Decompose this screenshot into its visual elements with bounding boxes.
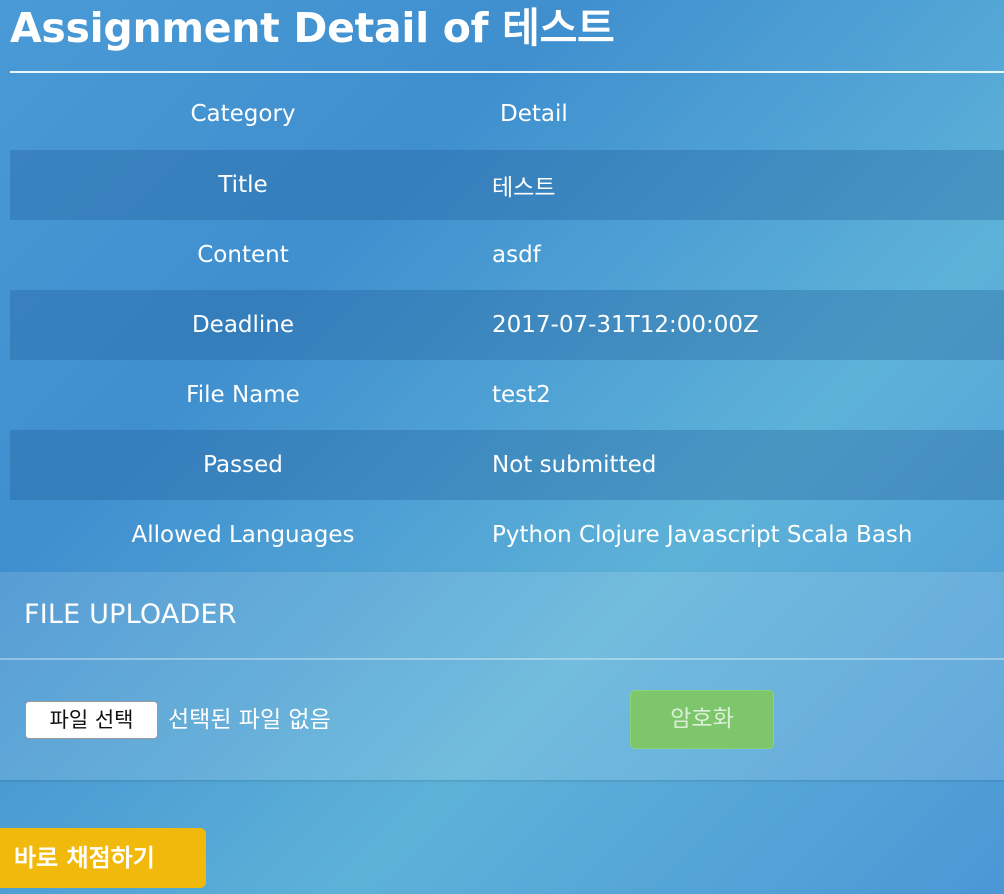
table-row-content: Content asdf [10, 220, 1004, 290]
row-detail: 테스트 [492, 175, 556, 201]
row-category: Deadline [191, 312, 295, 338]
no-file-selected-label: 선택된 파일 없음 [168, 707, 331, 733]
row-category: Content [197, 242, 289, 268]
table-row-title: Title 테스트 [10, 150, 1004, 220]
grade-now-button[interactable]: 바로 채점하기 [0, 828, 206, 888]
header-detail: Detail [500, 101, 568, 127]
table-row-deadline: Deadline 2017-07-31T12:00:00Z [10, 290, 1004, 360]
row-category: Passed [203, 452, 283, 478]
encrypt-button[interactable]: 암호화 [630, 690, 774, 749]
row-detail: asdf [492, 242, 541, 268]
header-category: Category [190, 101, 296, 127]
title-divider [10, 71, 1004, 73]
uploader-divider [0, 658, 1004, 660]
row-detail: 2017-07-31T12:00:00Z [492, 312, 759, 338]
file-uploader-heading: FILE UPLOADER [24, 599, 237, 630]
table-header-row: Category Detail [10, 78, 1004, 150]
row-category: Title [218, 172, 268, 198]
row-category: Allowed Languages [131, 522, 355, 548]
table-row-file-name: File Name test2 [10, 360, 1004, 430]
file-uploader-panel: FILE UPLOADER 파일 선택 선택된 파일 없음 암호화 [0, 572, 1004, 780]
page-title: Assignment Detail of 테스트 [10, 4, 615, 52]
row-category: File Name [186, 382, 300, 408]
choose-file-button[interactable]: 파일 선택 [25, 701, 158, 739]
row-detail: test2 [492, 382, 551, 408]
row-detail: Not submitted [492, 452, 657, 478]
table-row-allowed-languages: Allowed Languages Python Clojure Javascr… [10, 500, 1004, 570]
assignment-detail-table: Category Detail Title 테스트 Content asdf D… [10, 78, 1004, 570]
table-row-passed: Passed Not submitted [10, 430, 1004, 500]
row-detail: Python Clojure Javascript Scala Bash [492, 522, 913, 548]
